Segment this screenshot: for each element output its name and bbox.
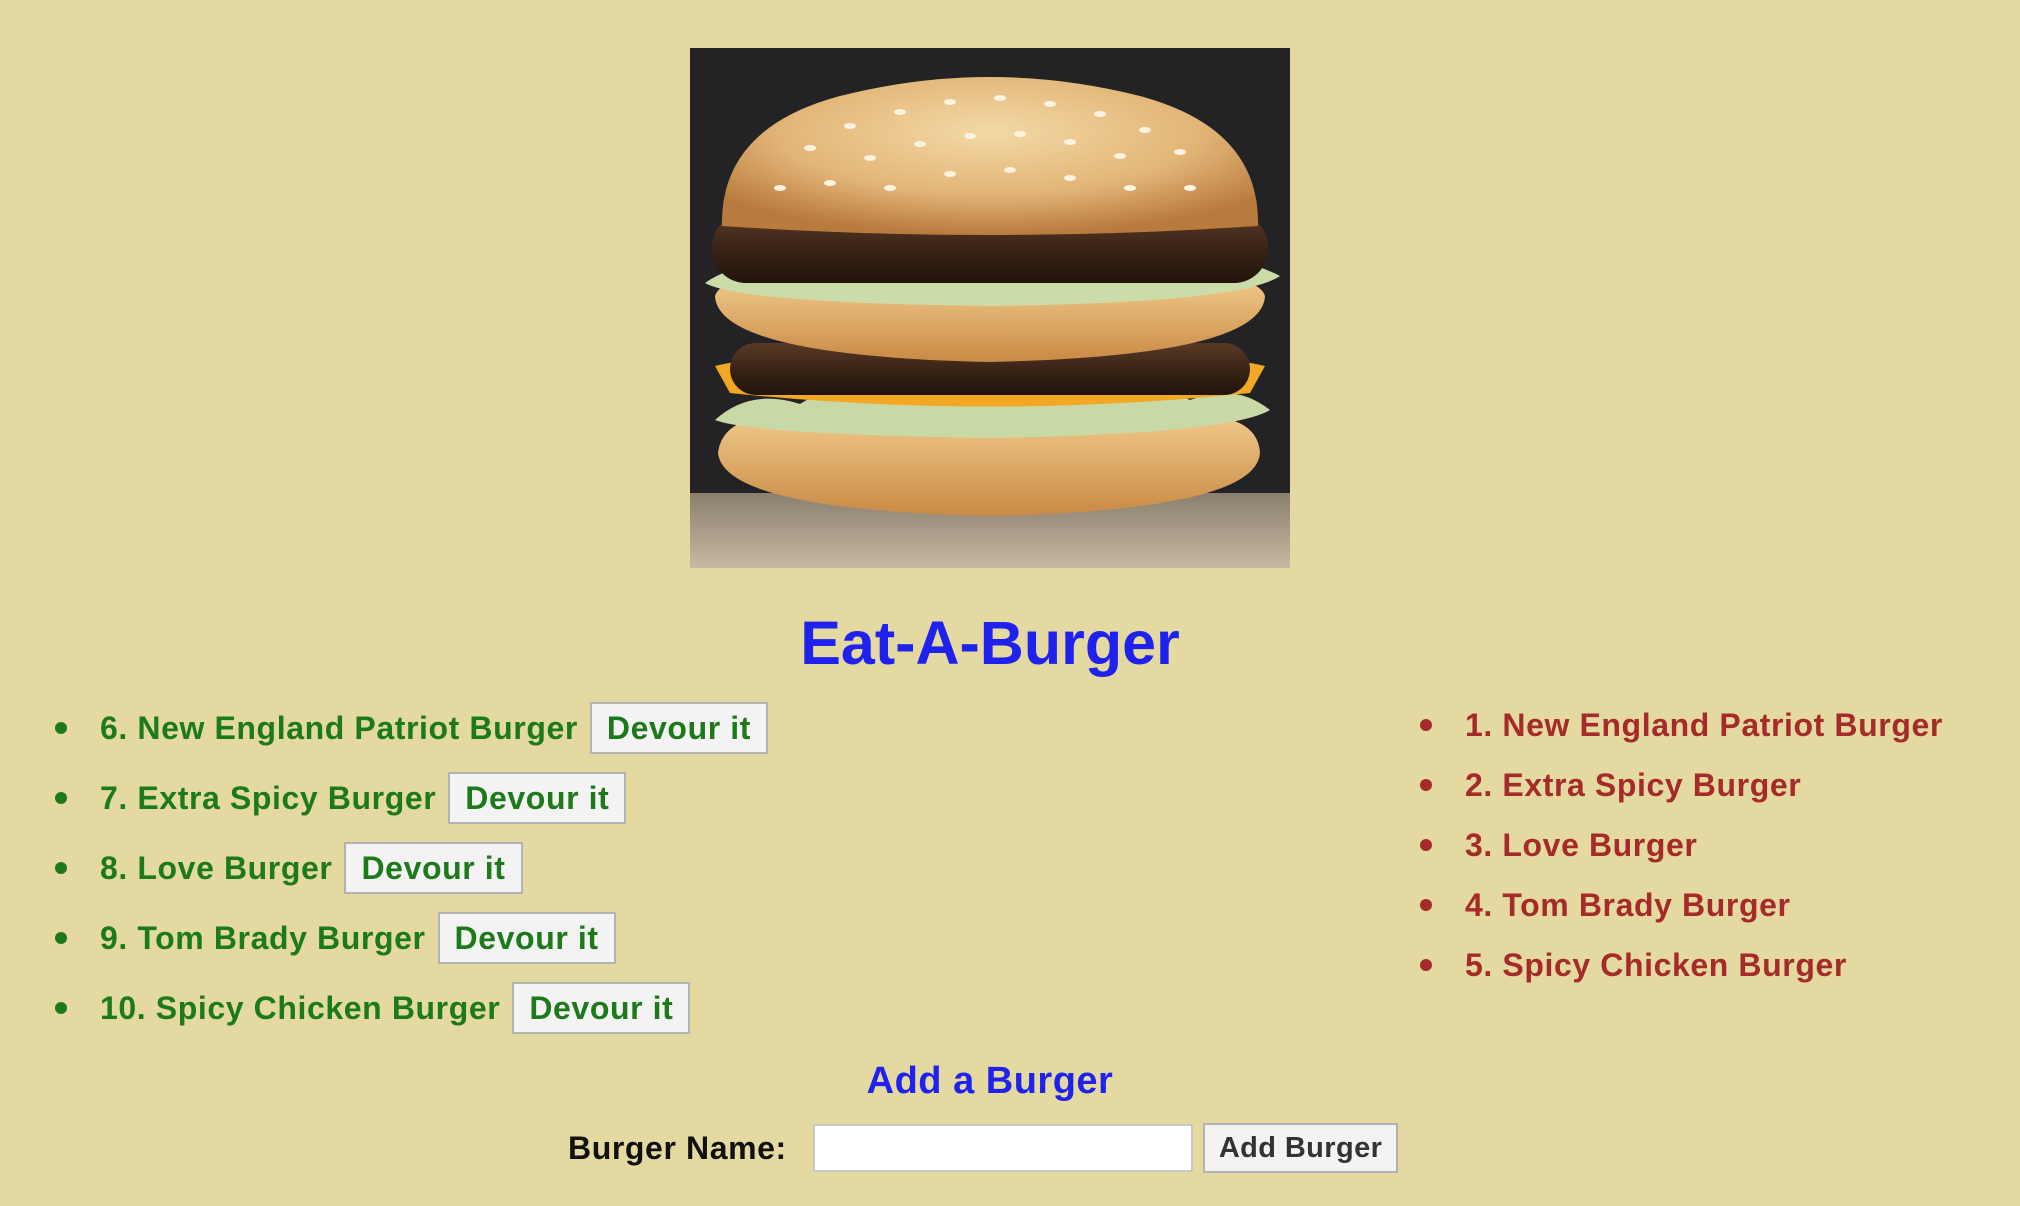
bullet-icon — [1420, 899, 1432, 911]
burger-name-input[interactable] — [812, 1124, 1193, 1172]
list-item: 4. Tom Brady Burger — [1420, 880, 1943, 930]
bullet-icon — [55, 1002, 67, 1014]
devour-button[interactable]: Devour it — [437, 912, 616, 964]
devour-button[interactable]: Devour it — [589, 702, 769, 754]
burger-name: 2. Extra Spicy Burger — [1465, 766, 1802, 803]
burger-name: 3. Love Burger — [1465, 826, 1698, 863]
bullet-icon — [1420, 839, 1432, 851]
list-item: 6. New England Patriot Burger Devour it — [55, 702, 769, 754]
bullet-icon — [1420, 959, 1432, 971]
burger-name: 9. Tom Brady Burger — [100, 919, 426, 956]
devour-button[interactable]: Devour it — [448, 772, 627, 824]
page-title: Eat-A-Burger — [800, 609, 1180, 677]
bullet-icon — [55, 932, 67, 944]
burger-name: 6. New England Patriot Burger — [100, 709, 578, 746]
list-item: 3. Love Burger — [1420, 820, 1943, 870]
add-burger-heading: Add a Burger — [866, 1060, 1114, 1102]
devour-button[interactable]: Devour it — [512, 982, 691, 1034]
burger-name: 10. Spicy Chicken Burger — [100, 989, 501, 1026]
list-item: 7. Extra Spicy Burger Devour it — [55, 772, 768, 824]
list-item: 2. Extra Spicy Burger — [1420, 760, 1943, 810]
bullet-icon — [55, 722, 67, 734]
list-item: 1. New England Patriot Burger — [1420, 700, 1943, 750]
bullet-icon — [1420, 779, 1432, 791]
uneaten-burger-list: 6. New England Patriot Burger Devour it … — [55, 702, 769, 1052]
list-item: 8. Love Burger Devour it — [55, 842, 768, 894]
bullet-icon — [55, 792, 67, 804]
burger-name: 1. New England Patriot Burger — [1465, 706, 1943, 743]
devour-button[interactable]: Devour it — [344, 842, 523, 894]
list-item: 10. Spicy Chicken Burger Devour it — [55, 982, 768, 1034]
burger-name: 5. Spicy Chicken Burger — [1465, 946, 1847, 983]
burger-name: 8. Love Burger — [100, 849, 333, 886]
add-burger-button[interactable]: Add Burger — [1202, 1123, 1399, 1173]
add-burger-form: Burger Name: Add Burger — [568, 1122, 1399, 1174]
burger-name-label: Burger Name: — [568, 1129, 787, 1166]
burger-name: 7. Extra Spicy Burger — [100, 779, 437, 816]
burger-name: 4. Tom Brady Burger — [1465, 886, 1791, 923]
list-item: 5. Spicy Chicken Burger — [1420, 940, 1943, 990]
bullet-icon — [1420, 719, 1432, 731]
devoured-burger-list: 1. New England Patriot Burger 2. Extra S… — [1420, 700, 1943, 1000]
bullet-icon — [55, 862, 67, 874]
burger-photo — [690, 48, 1290, 568]
list-item: 9. Tom Brady Burger Devour it — [55, 912, 768, 964]
